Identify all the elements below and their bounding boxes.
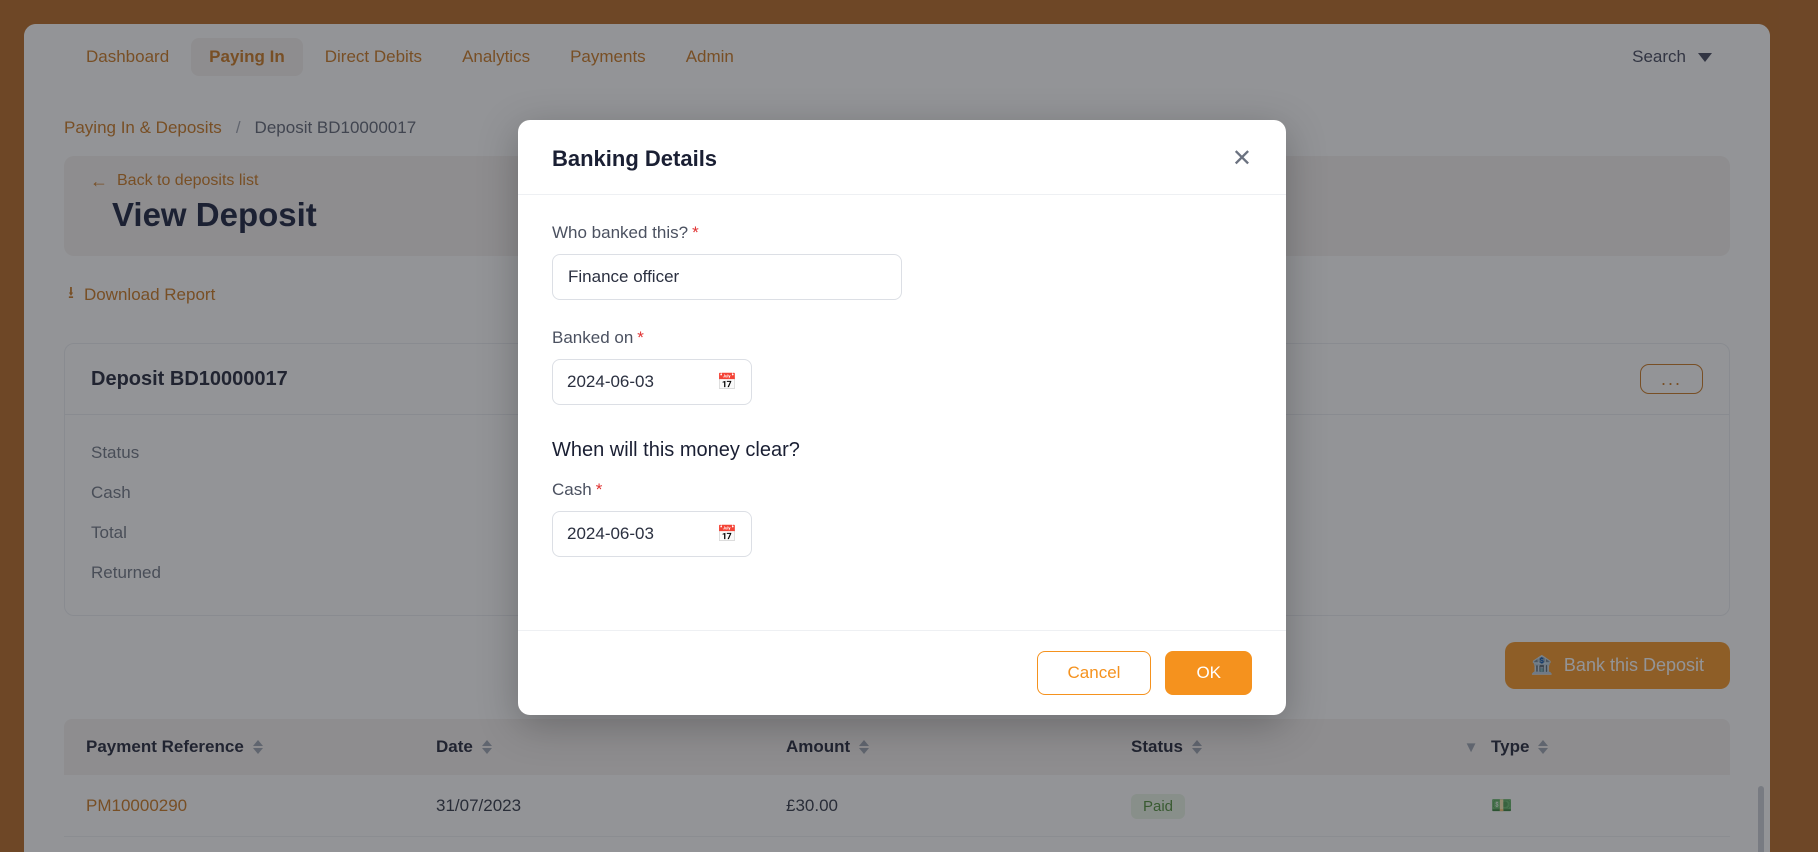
banked-on-date-picker[interactable]: 2024-06-03 📅 <box>552 359 752 405</box>
dialog-title: Banking Details <box>552 146 718 171</box>
required-asterisk: * <box>692 223 699 242</box>
app-root: Dashboard Paying In Direct Debits Analyt… <box>0 0 1818 852</box>
label-banked-on: Banked on * <box>552 328 1252 348</box>
who-banked-input[interactable] <box>552 254 902 300</box>
cash-clear-date-picker[interactable]: 2024-06-03 📅 <box>552 511 752 557</box>
field-banked-on: Banked on * 2024-06-03 📅 <box>552 328 1252 405</box>
dialog-header: Banking Details ✕ <box>518 120 1286 195</box>
money-clear-heading: When will this money clear? <box>552 439 800 461</box>
label-cash: Cash * <box>552 480 1252 500</box>
required-asterisk: * <box>637 328 644 347</box>
field-cash: Cash * 2024-06-03 📅 <box>552 480 1252 557</box>
label-who-banked: Who banked this? * <box>552 223 1252 243</box>
cancel-button[interactable]: Cancel <box>1036 651 1152 695</box>
label-banked-on-text: Banked on <box>552 328 634 347</box>
banked-on-date-value: 2024-06-03 <box>567 372 654 391</box>
dialog-footer: Cancel OK <box>518 630 1286 715</box>
field-who-banked: Who banked this? * <box>552 223 1252 300</box>
calendar-icon[interactable]: 📅 <box>717 524 737 544</box>
dialog-body: Who banked this?* Banked on* 2024-06-03 … <box>518 195 1286 630</box>
ok-button[interactable]: OK <box>1165 651 1252 695</box>
cash-clear-date-value: 2024-06-03 <box>567 524 654 543</box>
required-asterisk: * <box>595 480 603 499</box>
label-cash-text: Cash <box>552 480 592 499</box>
calendar-icon[interactable]: 📅 <box>717 372 737 392</box>
close-icon[interactable]: ✕ <box>1232 147 1252 171</box>
label-who-banked-text: Who banked this? <box>552 223 689 242</box>
banking-details-dialog: Banking Details ✕ Who banked this?* Bank… <box>518 120 1286 715</box>
